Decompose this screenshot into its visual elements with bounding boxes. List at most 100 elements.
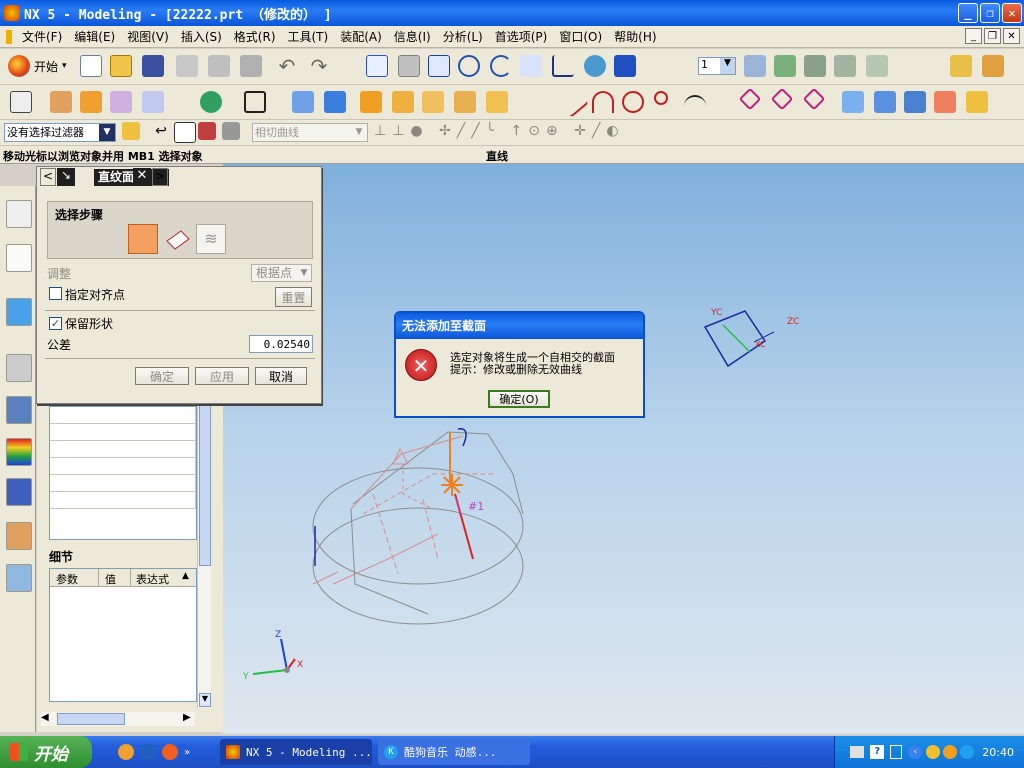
roles-tab[interactable] — [6, 522, 32, 550]
cancel-button[interactable]: 取消 — [255, 367, 307, 385]
measure-distance-icon[interactable] — [950, 55, 972, 77]
menu-preferences[interactable]: 首选项(P) — [489, 28, 554, 45]
circle-icon[interactable] — [622, 91, 644, 113]
palette-tab[interactable] — [6, 438, 32, 466]
column-expression[interactable]: 表达式 — [136, 571, 169, 587]
scroll-left-icon[interactable]: ◀ — [41, 712, 49, 723]
tolerance-input[interactable] — [249, 335, 313, 353]
pin-icon[interactable]: ↘ — [57, 168, 75, 186]
swept-icon[interactable] — [934, 91, 956, 113]
selection-filter[interactable]: 没有选择过滤器 ▼ — [4, 123, 116, 142]
web-browser-tab[interactable] — [6, 298, 32, 326]
doc-minimize-button[interactable]: _ — [965, 28, 982, 44]
menu-edit[interactable]: 编辑(E) — [68, 28, 121, 45]
menu-info[interactable]: 信息(I) — [388, 28, 437, 45]
zoom-icon[interactable] — [458, 55, 480, 77]
paste-icon[interactable] — [240, 55, 262, 77]
align-points-checkbox[interactable] — [49, 287, 62, 300]
save-icon[interactable] — [142, 55, 164, 77]
error-ok-button[interactable]: 确定(O) — [488, 390, 550, 408]
menu-file[interactable]: 文件(F) — [16, 28, 68, 45]
chevron-left-icon[interactable]: ‹ — [908, 745, 923, 759]
close-icon[interactable]: ✕ — [133, 168, 151, 186]
surface-grid-icon[interactable] — [770, 87, 794, 111]
keep-shape-checkbox[interactable]: ✓ — [49, 317, 62, 330]
copy-icon[interactable] — [208, 55, 230, 77]
minimize-button[interactable]: _ — [958, 3, 978, 23]
selection-scope-icon[interactable] — [122, 122, 140, 140]
chevron-down-icon[interactable]: ▼ — [297, 265, 311, 281]
blend-icon[interactable] — [392, 91, 414, 113]
measure-angle-icon[interactable] — [982, 55, 1004, 77]
system-scenes-tab[interactable] — [6, 564, 32, 592]
qq-icon[interactable] — [118, 744, 134, 760]
start-button[interactable]: 开始 — [0, 736, 92, 768]
layer-category-icon[interactable] — [804, 55, 826, 77]
menu-assembly[interactable]: 装配(A) — [334, 28, 388, 45]
feature-curves-icon[interactable] — [174, 122, 196, 143]
close-button[interactable]: ✕ — [1002, 3, 1022, 23]
mesh-icon[interactable] — [904, 91, 926, 113]
undo-icon[interactable]: ↶ — [276, 55, 298, 77]
deselect-icon[interactable] — [198, 122, 216, 140]
section-string-2-icon[interactable] — [162, 224, 192, 254]
restore-button[interactable]: ❐ — [980, 3, 1000, 23]
browser-icon[interactable] — [162, 744, 178, 760]
back-arrow-icon[interactable]: < — [40, 168, 56, 186]
curve-icon[interactable] — [110, 91, 132, 113]
sort-ascending-icon[interactable]: ▲ — [182, 571, 189, 581]
chevron-down-icon[interactable]: ▼ — [351, 124, 367, 141]
horizontal-scrollbar[interactable]: ◀ ▶ — [41, 712, 195, 726]
apply-button[interactable]: 应用 — [195, 367, 249, 385]
point-icon[interactable] — [200, 91, 222, 113]
part-navigator-icon[interactable] — [10, 91, 32, 113]
pan-icon[interactable] — [520, 55, 542, 77]
wave-icon[interactable] — [684, 95, 706, 117]
start-menu-button[interactable]: 开始 ▾ — [8, 55, 67, 77]
rendering-icon[interactable] — [584, 55, 606, 77]
menu-window[interactable]: 窗口(O) — [553, 28, 608, 45]
history-tab[interactable] — [6, 354, 32, 382]
forward-arrow-icon[interactable]: > — [152, 168, 168, 186]
line-icon[interactable] — [557, 86, 589, 118]
chevron-right-icon[interactable]: » — [184, 747, 190, 758]
copy-to-layer-icon[interactable] — [866, 55, 888, 77]
graphics-window[interactable]: YC ZC XC #1 Z Y X — [223, 164, 1024, 734]
qq-tray-icon[interactable] — [926, 745, 941, 759]
ok-button[interactable]: 确定 — [135, 367, 189, 385]
help-icon[interactable]: ? — [870, 745, 885, 759]
select-all-icon[interactable] — [222, 122, 240, 140]
feature-icon[interactable] — [142, 91, 164, 113]
open-folder-icon[interactable] — [110, 55, 132, 77]
zoom-window-icon[interactable] — [398, 55, 420, 77]
menu-help[interactable]: 帮助(H) — [608, 28, 662, 45]
rectangle-icon[interactable] — [244, 91, 266, 113]
menu-analysis[interactable]: 分析(L) — [437, 28, 489, 45]
model-view[interactable]: YC ZC XC #1 Z Y X — [223, 164, 1024, 734]
column-value[interactable]: 值 — [105, 571, 116, 587]
system-materials-tab[interactable] — [6, 396, 32, 424]
shaded-icon[interactable] — [614, 55, 636, 77]
shell-icon[interactable] — [454, 91, 476, 113]
section-string-1-icon[interactable] — [128, 224, 158, 254]
zoom-box-icon[interactable] — [428, 55, 450, 77]
redo-icon[interactable]: ↷ — [308, 55, 330, 77]
curve-rule-select[interactable]: 相切曲线 ▼ — [252, 123, 368, 142]
scroll-thumb-h[interactable] — [57, 713, 125, 725]
fit-view-icon[interactable] — [366, 55, 388, 77]
spine-string-icon[interactable]: ≋ — [196, 224, 226, 254]
process-studio-tab[interactable] — [6, 478, 32, 506]
scroll-right-icon[interactable]: ▶ — [183, 712, 191, 723]
surface-icon[interactable] — [738, 87, 762, 111]
sketch-icon[interactable] — [50, 91, 72, 113]
orient-icon[interactable] — [552, 55, 574, 77]
rotate-icon[interactable] — [490, 55, 512, 77]
reset-button[interactable]: 重置 — [275, 287, 312, 307]
adjust-select[interactable]: 根据点 ▼ — [251, 264, 312, 282]
datum-icon[interactable] — [80, 91, 102, 113]
qq-tray-icon-2[interactable] — [943, 745, 958, 759]
ruled-icon[interactable] — [842, 91, 864, 113]
new-file-icon[interactable] — [80, 55, 102, 77]
arc-icon[interactable] — [592, 91, 614, 113]
snap-point-icons[interactable]: ⊥⊥● ✢╱╱╰ ↑⊙⊕ ✛╱◐ — [374, 123, 625, 139]
